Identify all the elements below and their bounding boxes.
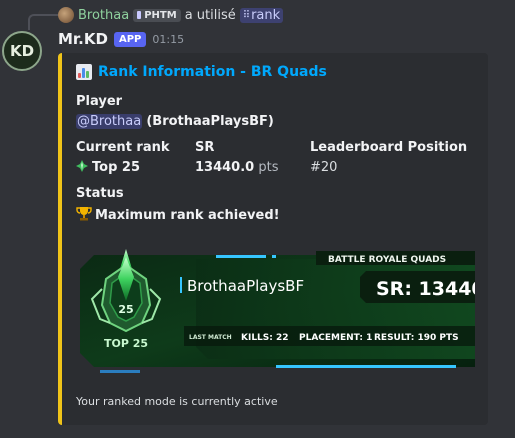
current-rank-value: Top 25	[76, 160, 140, 175]
rank-banner-graphic: 25 TOP 25 BATTLE ROYALE QUADS BrothaaPla…	[76, 243, 475, 383]
reply-reference[interactable]: Brothaa PHTM a utilisé ⠿ rank	[58, 6, 284, 24]
slash-command-label: rank	[251, 7, 281, 23]
app-badge: APP	[113, 31, 147, 47]
embed-title-text: Rank Information - BR Quads	[98, 64, 327, 80]
current-rank-label: Current rank	[76, 140, 170, 155]
player-label: Player	[76, 94, 123, 109]
banner-result: RESULT: 190 PTS	[374, 333, 459, 343]
message-header: Mr.KD APP 01:15	[58, 30, 184, 48]
bot-avatar[interactable]: KD	[2, 31, 42, 71]
guild-tag-badge[interactable]: PHTM	[133, 8, 181, 22]
timestamp[interactable]: 01:15	[152, 33, 184, 46]
status-text: Maximum rank achieved!	[95, 208, 280, 223]
rank-gem-icon	[76, 160, 88, 172]
player-name: (BrothaaPlaysBF)	[146, 114, 274, 129]
sr-value: 13440.0 pts	[195, 160, 278, 175]
author-name[interactable]: Mr.KD	[58, 30, 108, 48]
reply-username[interactable]: Brothaa	[78, 8, 129, 23]
status-label: Status	[76, 186, 124, 201]
sr-number: 13440.0	[195, 160, 255, 175]
slash-command-icon: ⠿	[242, 9, 250, 21]
player-value: @Brothaa (BrothaaPlaysBF)	[76, 114, 274, 129]
player-mention[interactable]: @Brothaa	[76, 114, 143, 129]
bar-chart-icon	[76, 64, 92, 80]
current-rank-text: Top 25	[92, 160, 140, 175]
slash-command[interactable]: ⠿ rank	[239, 7, 284, 23]
embed-title: Rank Information - BR Quads	[76, 64, 327, 80]
leaderboard-value: #20	[310, 160, 338, 175]
sr-unit: pts	[258, 160, 279, 175]
banner-rank-number: 25	[118, 303, 133, 316]
reply-avatar[interactable]	[58, 7, 74, 23]
banner-rank-label: TOP 25	[104, 337, 148, 350]
rank-banner-image[interactable]: 25 TOP 25 BATTLE ROYALE QUADS BrothaaPla…	[76, 243, 475, 383]
trophy-icon	[76, 207, 92, 221]
guild-tag-label: PHTM	[144, 9, 177, 21]
banner-sr: SR: 13440	[376, 278, 475, 300]
banner-placement: PLACEMENT: 1	[299, 333, 372, 343]
banner-kills: KILLS: 22	[241, 333, 289, 343]
avatar-text: KD	[9, 42, 35, 60]
reply-action-text: a utilisé	[184, 7, 236, 23]
reply-connector	[28, 14, 58, 30]
status-value: Maximum rank achieved!	[76, 206, 280, 223]
leaderboard-label: Leaderboard Position	[310, 140, 468, 155]
tag-icon	[137, 11, 142, 19]
embed-footer: Your ranked mode is currently active	[76, 395, 278, 408]
banner-mode: BATTLE ROYALE QUADS	[328, 255, 446, 265]
banner-last-match: LAST MATCH	[189, 334, 232, 341]
rank-embed: Rank Information - BR Quads Player @Brot…	[58, 53, 488, 425]
banner-player: BrothaaPlaysBF	[187, 277, 304, 295]
sr-label: SR	[195, 140, 215, 155]
